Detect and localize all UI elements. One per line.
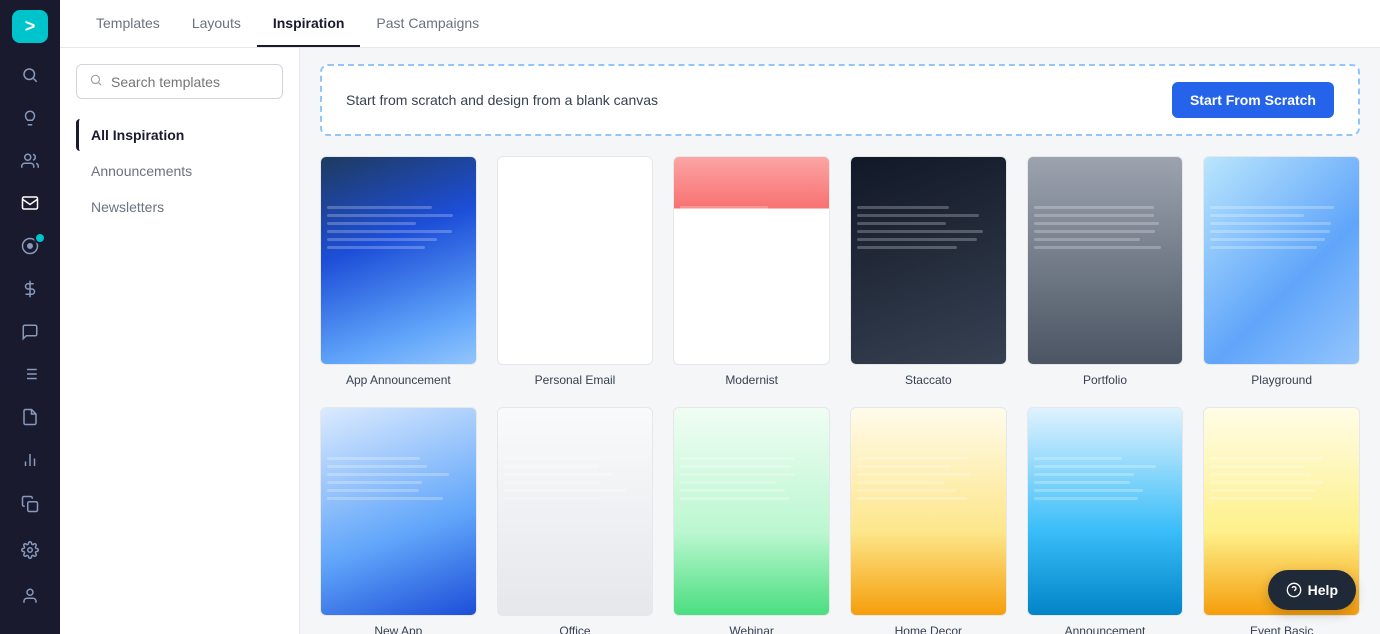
template-thumb — [1027, 156, 1184, 365]
template-thumb — [1027, 407, 1184, 616]
sidebar-icon-copy[interactable] — [10, 484, 50, 524]
template-card-playground[interactable]: Playground — [1203, 156, 1360, 387]
tab-templates[interactable]: Templates — [80, 1, 176, 47]
template-thumb — [497, 407, 654, 616]
template-card-portfolio[interactable]: Portfolio — [1027, 156, 1184, 387]
template-label: Webinar — [729, 624, 773, 634]
sidebar-icon-list[interactable] — [10, 356, 50, 393]
sidebar-icon-search[interactable] — [10, 57, 50, 94]
scratch-banner: Start from scratch and design from a bla… — [320, 64, 1360, 136]
tab-past-campaigns[interactable]: Past Campaigns — [360, 1, 495, 47]
sidebar-icon-user[interactable] — [10, 576, 50, 616]
template-thumb — [320, 156, 477, 365]
help-label: Help — [1308, 582, 1338, 598]
template-thumb — [850, 407, 1007, 616]
template-label: App Announcement — [346, 373, 451, 387]
sidebar-icon-mail[interactable] — [10, 185, 50, 222]
sidebar-icon-circle[interactable] — [10, 228, 50, 265]
search-icon — [89, 73, 103, 90]
template-label: Office — [559, 624, 590, 634]
template-label: Event Basic — [1250, 624, 1313, 634]
template-card-new-app[interactable]: New App — [320, 407, 477, 634]
sidebar-icon-document[interactable] — [10, 399, 50, 436]
sidebar-icon-users[interactable] — [10, 142, 50, 179]
left-panel: All Inspiration Announcements Newsletter… — [60, 48, 300, 634]
template-label: Modernist — [725, 373, 778, 387]
sidebar-icon-lightbulb[interactable] — [10, 100, 50, 137]
template-card-staccato[interactable]: Staccato — [850, 156, 1007, 387]
notification-badge — [34, 232, 46, 244]
sidebar-icon-settings[interactable] — [10, 530, 50, 570]
template-thumb — [673, 407, 830, 616]
sidebar-icon-chat[interactable] — [10, 313, 50, 350]
template-label: Portfolio — [1083, 373, 1127, 387]
filter-section: All Inspiration Announcements Newsletter… — [76, 119, 283, 223]
content-area: All Inspiration Announcements Newsletter… — [60, 48, 1380, 634]
template-card-home-decor[interactable]: Home Decor — [850, 407, 1007, 634]
template-thumb — [320, 407, 477, 616]
template-label: Personal Email — [535, 373, 616, 387]
sidebar-icon-chart[interactable] — [10, 441, 50, 478]
template-thumb — [673, 156, 830, 365]
sidebar-icon-dollar[interactable] — [10, 271, 50, 308]
template-grid: App Announcement Personal Email Modernist S… — [320, 156, 1360, 634]
template-label: New App — [374, 624, 422, 634]
template-card-announcement[interactable]: Announcement — [1027, 407, 1184, 634]
tab-inspiration[interactable]: Inspiration — [257, 1, 361, 47]
sidebar: > — [0, 0, 60, 634]
template-card-office[interactable]: Office — [497, 407, 654, 634]
scratch-banner-text: Start from scratch and design from a bla… — [346, 92, 658, 108]
template-thumb — [1203, 156, 1360, 365]
template-label: Playground — [1251, 373, 1312, 387]
template-card-webinar[interactable]: Webinar — [673, 407, 830, 634]
filter-all-inspiration[interactable]: All Inspiration — [76, 119, 283, 151]
logo[interactable]: > — [12, 10, 48, 43]
start-from-scratch-button[interactable]: Start From Scratch — [1172, 82, 1334, 118]
help-button[interactable]: Help — [1268, 570, 1356, 610]
template-label: Home Decor — [895, 624, 962, 634]
template-label: Announcement — [1065, 624, 1146, 634]
template-label: Staccato — [905, 373, 952, 387]
template-card-personal-email[interactable]: Personal Email — [497, 156, 654, 387]
template-thumb — [497, 156, 654, 365]
template-card-modernist[interactable]: Modernist — [673, 156, 830, 387]
filter-newsletters[interactable]: Newsletters — [76, 191, 283, 223]
topnav: Templates Layouts Inspiration Past Campa… — [60, 0, 1380, 48]
template-card-app-announcement[interactable]: App Announcement — [320, 156, 477, 387]
tab-layouts[interactable]: Layouts — [176, 1, 257, 47]
search-box[interactable] — [76, 64, 283, 99]
filter-announcements[interactable]: Announcements — [76, 155, 283, 187]
search-input[interactable] — [111, 74, 270, 90]
main-content: Templates Layouts Inspiration Past Campa… — [60, 0, 1380, 634]
grid-area: Start from scratch and design from a bla… — [300, 48, 1380, 634]
template-thumb — [850, 156, 1007, 365]
